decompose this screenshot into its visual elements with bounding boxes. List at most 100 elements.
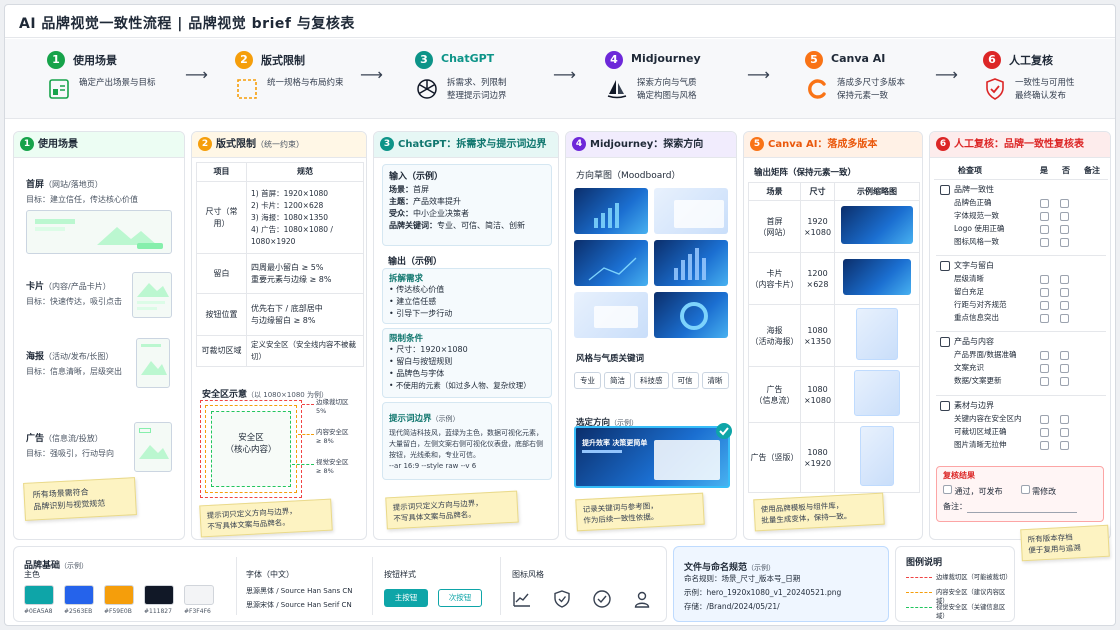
thumb-hero: [841, 206, 913, 244]
no-checkbox[interactable]: [1060, 225, 1069, 234]
no-checkbox[interactable]: [1060, 288, 1069, 297]
step-title: 版式限制: [261, 54, 305, 67]
yes-checkbox[interactable]: [1040, 377, 1049, 386]
split-item: • 引导下一步行动: [389, 309, 453, 318]
yes-checkbox[interactable]: [1040, 428, 1049, 437]
icon-style-title: 图标风格: [512, 570, 544, 579]
yes-checkbox[interactable]: [1040, 288, 1049, 297]
yes-checkbox[interactable]: [1040, 275, 1049, 284]
legend-line-orange: [906, 592, 932, 593]
keyword-title: 风格与气质关键词: [576, 354, 645, 364]
step-number: 5: [750, 137, 764, 151]
keyword-tags: 专业 简洁 科技感 可信 清晰: [574, 368, 736, 389]
file-val: 场景_尺寸_版本号_日期: [721, 574, 801, 583]
step-desc: 探索方向与气质 确定构图与风格: [637, 78, 697, 101]
yes-checkbox[interactable]: [1040, 351, 1049, 360]
scene-goal: 目标：建立信任，传达核心价值: [26, 195, 138, 204]
yes-checkbox[interactable]: [1040, 212, 1049, 221]
page: AI 品牌视觉一致性流程 | 品牌视觉 brief 与复核表 1 使用场景 确定…: [4, 4, 1116, 626]
font-title: 字体（中文）: [246, 570, 294, 579]
matrix-size: 1080 ×1920: [800, 422, 835, 493]
sticky-note: 所有版本存档 便于复用与追溯: [1020, 524, 1110, 562]
matrix-title: 输出矩阵（保持元素一致）: [754, 168, 857, 178]
process-flow: 1 使用场景 确定产出场景与目标 ⟶ 2 版式限制 统一规格与布局约束 ⟶ 3 …: [5, 39, 1115, 119]
no-checkbox[interactable]: [1060, 275, 1069, 284]
yes-checkbox[interactable]: [1040, 301, 1049, 310]
yes-checkbox[interactable]: [1040, 441, 1049, 450]
yes-checkbox[interactable]: [1040, 364, 1049, 373]
column-title: Midjourney：探索方向: [590, 139, 704, 150]
no-checkbox[interactable]: [1060, 428, 1069, 437]
yes-checkbox[interactable]: [1040, 225, 1049, 234]
check-circle-icon: [940, 336, 950, 347]
file-heading: 文件与命名规范（示例）: [684, 555, 775, 574]
step-4: 4 Midjourney 探索方向与气质 确定构图与风格: [605, 49, 745, 111]
column-title: Canva AI：落成多版本: [768, 139, 878, 150]
divider: [372, 557, 373, 615]
file-key: 命名规则：: [684, 574, 722, 583]
limit-item: • 留白与按钮规则: [389, 357, 453, 366]
matrix-scene: 首屏 （网站）: [748, 200, 801, 253]
matrix-size: 1080 ×1080: [800, 366, 835, 423]
scene-goal: 目标：快速传达，吸引点击: [26, 297, 122, 306]
file-val: hero_1920x1080_v1_20240521.png: [706, 588, 842, 597]
font-2: 思源宋体 / Source Han Serif CN: [246, 601, 352, 609]
remark-input[interactable]: [967, 512, 1077, 513]
chatgpt-column: 3 ChatGPT：拆需求与提示词边界 输入（示例） 场景：首屏 主题：产品效率提…: [373, 131, 559, 540]
pass-checkbox[interactable]: [943, 485, 952, 494]
no-checkbox[interactable]: [1060, 199, 1069, 208]
chart-icon: [940, 184, 950, 195]
secondary-button-sample[interactable]: 次按钮: [438, 589, 482, 607]
no-checkbox[interactable]: [1060, 415, 1069, 424]
input-item: 品牌关键词：专业、可信、简洁、创新: [389, 220, 545, 232]
no-checkbox[interactable]: [1060, 238, 1069, 247]
review-item: Logo 使用正确: [954, 224, 1005, 233]
file-naming: 文件与命名规范（示例） 命名规则：场景_尺寸_版本号_日期 示例：hero_19…: [673, 546, 889, 622]
shield-check-icon: [986, 78, 1004, 100]
no-checkbox[interactable]: [1060, 441, 1069, 450]
primary-button-sample[interactable]: 主按钮: [384, 589, 428, 607]
safe-zone-heading: 安全区示意（以 1080×1080 为例）: [202, 382, 328, 401]
no-checkbox[interactable]: [1060, 212, 1069, 221]
safe-title: 安全区示意: [202, 390, 248, 400]
no-checkbox[interactable]: [1060, 377, 1069, 386]
input-key: 受众：: [389, 209, 413, 218]
yes-checkbox[interactable]: [1040, 314, 1049, 323]
step-title: Midjourney: [631, 52, 701, 65]
no-checkbox[interactable]: [1060, 314, 1069, 323]
image-icon: [940, 400, 950, 411]
input-item: 场景：首屏: [389, 184, 545, 196]
sailboat-icon: [607, 80, 627, 99]
review-item: 可裁切区域正确: [954, 427, 1007, 436]
yes-checkbox[interactable]: [1040, 199, 1049, 208]
title-divider: [5, 37, 1115, 38]
step-number: 1: [20, 137, 34, 151]
ad-wireframe: [134, 422, 172, 472]
step-number: 5: [805, 51, 823, 69]
scene-sub: （信息流/投放）: [44, 434, 103, 443]
revise-checkbox[interactable]: [1020, 485, 1030, 494]
step-6: 6 人工复核 一致性与可用性 最终确认发布: [983, 49, 1115, 111]
primary-label: 主色: [24, 570, 40, 579]
yes-checkbox[interactable]: [1040, 415, 1049, 424]
no-checkbox[interactable]: [1060, 301, 1069, 310]
matrix-scene: 广告（竖版）: [748, 422, 801, 493]
selected-direction-image: 提升效率 决策更简单: [574, 426, 730, 488]
arrow-icon: ⟶: [360, 65, 383, 84]
leader-line: [298, 434, 314, 435]
th-note: 备注: [1084, 166, 1100, 175]
color-swatch: [184, 585, 214, 605]
yes-checkbox[interactable]: [1040, 238, 1049, 247]
no-checkbox[interactable]: [1060, 364, 1069, 373]
thumb-cell: [834, 304, 920, 367]
scene-name: 卡片: [26, 282, 45, 292]
review-item: 行距与对齐规范: [954, 300, 1007, 309]
no-checkbox[interactable]: [1060, 351, 1069, 360]
color-hex-label: #F59E0B: [104, 608, 132, 615]
output-title: 输出（示例）: [388, 257, 443, 267]
step-number: 4: [572, 137, 586, 151]
mountain-icon: [141, 361, 167, 375]
column-title: 人工复核：品牌一致性复核表: [954, 139, 1084, 150]
review-item: 文案充识: [954, 363, 984, 372]
check-circle-icon: [593, 590, 611, 608]
